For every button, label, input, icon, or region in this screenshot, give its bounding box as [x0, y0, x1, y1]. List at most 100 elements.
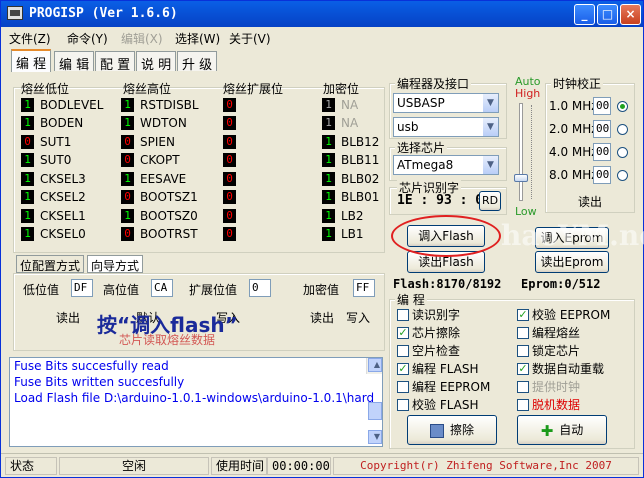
menu-select[interactable]: 选择(W) [175, 30, 220, 47]
fuse-low-row[interactable]: 1 BODEN [21, 116, 83, 132]
clock-value-field[interactable]: 00 [593, 166, 611, 184]
fuse-bit[interactable]: 0 [223, 227, 236, 241]
read-eprom-button[interactable]: 读出Eprom [535, 251, 609, 273]
fuse-lock-row[interactable]: 1 BLB11 [322, 153, 379, 169]
fuse-bit[interactable]: 1 [322, 153, 335, 167]
log-panel[interactable]: Fuse Bits succesfully read Fuse Bits wri… [9, 357, 383, 447]
fuse-high-row[interactable]: 1 EESAVE [121, 171, 186, 187]
port-select[interactable]: usb ▼ [393, 117, 499, 137]
fuse-bit[interactable]: 1 [322, 97, 335, 112]
fuse-bit[interactable]: 1 [121, 116, 134, 130]
fuse-bit[interactable]: 1 [21, 116, 34, 130]
menu-about[interactable]: 关于(V) [229, 30, 271, 47]
fuse-ext-row[interactable]: 0 [223, 190, 236, 206]
maximize-button[interactable]: □ [597, 4, 618, 25]
tab-manual[interactable]: 说 明 [136, 51, 177, 73]
program-option[interactable]: 编程 EEPROM [397, 378, 490, 395]
scroll-thumb[interactable] [368, 402, 382, 420]
checkbox[interactable] [517, 380, 529, 393]
checkbox[interactable] [517, 344, 529, 357]
checkbox[interactable]: ✓ [397, 362, 409, 375]
fuse-bit[interactable]: 1 [21, 97, 34, 112]
chevron-down-icon[interactable]: ▼ [482, 94, 498, 112]
clock-radio[interactable] [617, 147, 628, 158]
fuse-ext-row[interactable]: 0 [223, 97, 236, 113]
fuse-bit[interactable]: 1 [322, 208, 335, 223]
tab-config[interactable]: 配 置 [95, 51, 136, 73]
fuse-ext-row[interactable]: 0 [223, 208, 236, 224]
fuse-bit[interactable]: 0 [121, 134, 134, 149]
fuse-bit[interactable]: 0 [223, 134, 236, 149]
fuse-high-row[interactable]: 0 BOOTRST [121, 227, 198, 243]
fuse-lock-row[interactable]: 1 BLB12 [322, 134, 379, 150]
checkbox[interactable] [397, 308, 409, 321]
fuse-bit[interactable]: 1 [21, 227, 34, 241]
fuse-bit[interactable]: 1 [21, 190, 34, 204]
fuse-bit[interactable]: 0 [223, 153, 236, 167]
fuse-bit[interactable]: 1 [322, 227, 335, 241]
menu-edit[interactable]: 编辑(X) [121, 30, 163, 47]
programmer-select[interactable]: USBASP ▼ [393, 93, 499, 113]
slider-thumb[interactable] [514, 174, 528, 182]
fuse-lock-row[interactable]: 1 LB1 [322, 227, 364, 243]
checkbox[interactable] [517, 398, 529, 411]
checkbox[interactable] [397, 344, 409, 357]
scroll-down-icon[interactable]: ▼ [368, 430, 382, 444]
chevron-down-icon[interactable]: ▼ [482, 118, 498, 136]
program-option[interactable]: ✓ 芯片擦除 [397, 324, 460, 341]
ext-value-field[interactable]: 0 [249, 279, 271, 297]
clock-radio[interactable] [617, 124, 628, 135]
chip-select[interactable]: ATmega8 ▼ [393, 155, 499, 175]
program-option[interactable]: 读识别字 [397, 306, 460, 323]
fuse-high-row[interactable]: 0 SPIEN [121, 134, 175, 150]
program-option[interactable]: 脱机数据 [517, 396, 580, 413]
erase-button[interactable]: 擦除 [407, 415, 497, 445]
fuse-low-row[interactable]: 1 SUT0 [21, 153, 71, 169]
fuse-low-row[interactable]: 1 CKSEL0 [21, 227, 86, 243]
log-scrollbar[interactable]: ▲ ▼ [366, 358, 382, 444]
lock-write-button[interactable]: 写入 [343, 309, 373, 326]
checkbox[interactable] [397, 380, 409, 393]
fuse-high-row[interactable]: 1 RSTDISBL [121, 97, 199, 113]
program-option[interactable]: ✓ 数据自动重载 [517, 360, 604, 377]
fuse-ext-row[interactable]: 0 [223, 153, 236, 169]
checkbox[interactable]: ✓ [517, 308, 529, 321]
fuse-bit[interactable]: 0 [121, 227, 134, 241]
checkbox[interactable] [517, 326, 529, 339]
checkbox[interactable]: ✓ [397, 326, 409, 339]
fuse-bit[interactable]: 0 [121, 190, 134, 204]
fuse-lock-row[interactable]: 1 BLB01 [322, 190, 379, 206]
fuse-lock-row[interactable]: 1 NA [322, 116, 358, 132]
fuse-low-row[interactable]: 1 CKSEL3 [21, 171, 86, 187]
fuse-high-row[interactable]: 0 BOOTSZ1 [121, 190, 198, 206]
program-option[interactable]: 锁定芯片 [517, 342, 580, 359]
speed-slider[interactable] [513, 101, 539, 203]
subtab-wizard[interactable]: 向导方式 [87, 255, 144, 273]
clock-value-field[interactable]: 00 [593, 120, 611, 138]
fuse-low-row[interactable]: 0 SUT1 [21, 134, 71, 150]
fuse-bit[interactable]: 0 [223, 208, 236, 223]
clock-value-field[interactable]: 00 [593, 143, 611, 161]
tab-program[interactable]: 编 程 [11, 49, 52, 72]
auto-button[interactable]: ✚ 自动 [517, 415, 607, 445]
program-option[interactable]: 空片检查 [397, 342, 460, 359]
close-button[interactable]: × [620, 4, 641, 25]
program-option[interactable]: ✓ 校验 EEPROM [517, 306, 610, 323]
scroll-up-icon[interactable]: ▲ [368, 358, 382, 372]
fuse-high-row[interactable]: 1 WDTON [121, 116, 187, 132]
tab-edit[interactable]: 编 辑 [54, 51, 95, 73]
menu-command[interactable]: 命令(Y) [67, 30, 108, 47]
fuse-bit[interactable]: 1 [121, 97, 134, 112]
fuse-high-row[interactable]: 0 CKOPT [121, 153, 180, 169]
fuse-ext-row[interactable]: 0 [223, 116, 236, 132]
fuse-ext-row[interactable]: 0 [223, 134, 236, 150]
program-option[interactable]: ✓ 编程 FLASH [397, 360, 479, 377]
fuse-read-button[interactable]: 读出 [53, 309, 83, 326]
program-option[interactable]: 校验 FLASH [397, 396, 479, 413]
fuse-lock-row[interactable]: 1 LB2 [322, 208, 364, 224]
fuse-bit[interactable]: 1 [322, 190, 335, 204]
clock-value-field[interactable]: 00 [593, 97, 611, 115]
fuse-bit[interactable]: 0 [223, 190, 236, 204]
lock-read-button[interactable]: 读出 [307, 309, 337, 326]
fuse-bit[interactable]: 1 [322, 134, 335, 149]
